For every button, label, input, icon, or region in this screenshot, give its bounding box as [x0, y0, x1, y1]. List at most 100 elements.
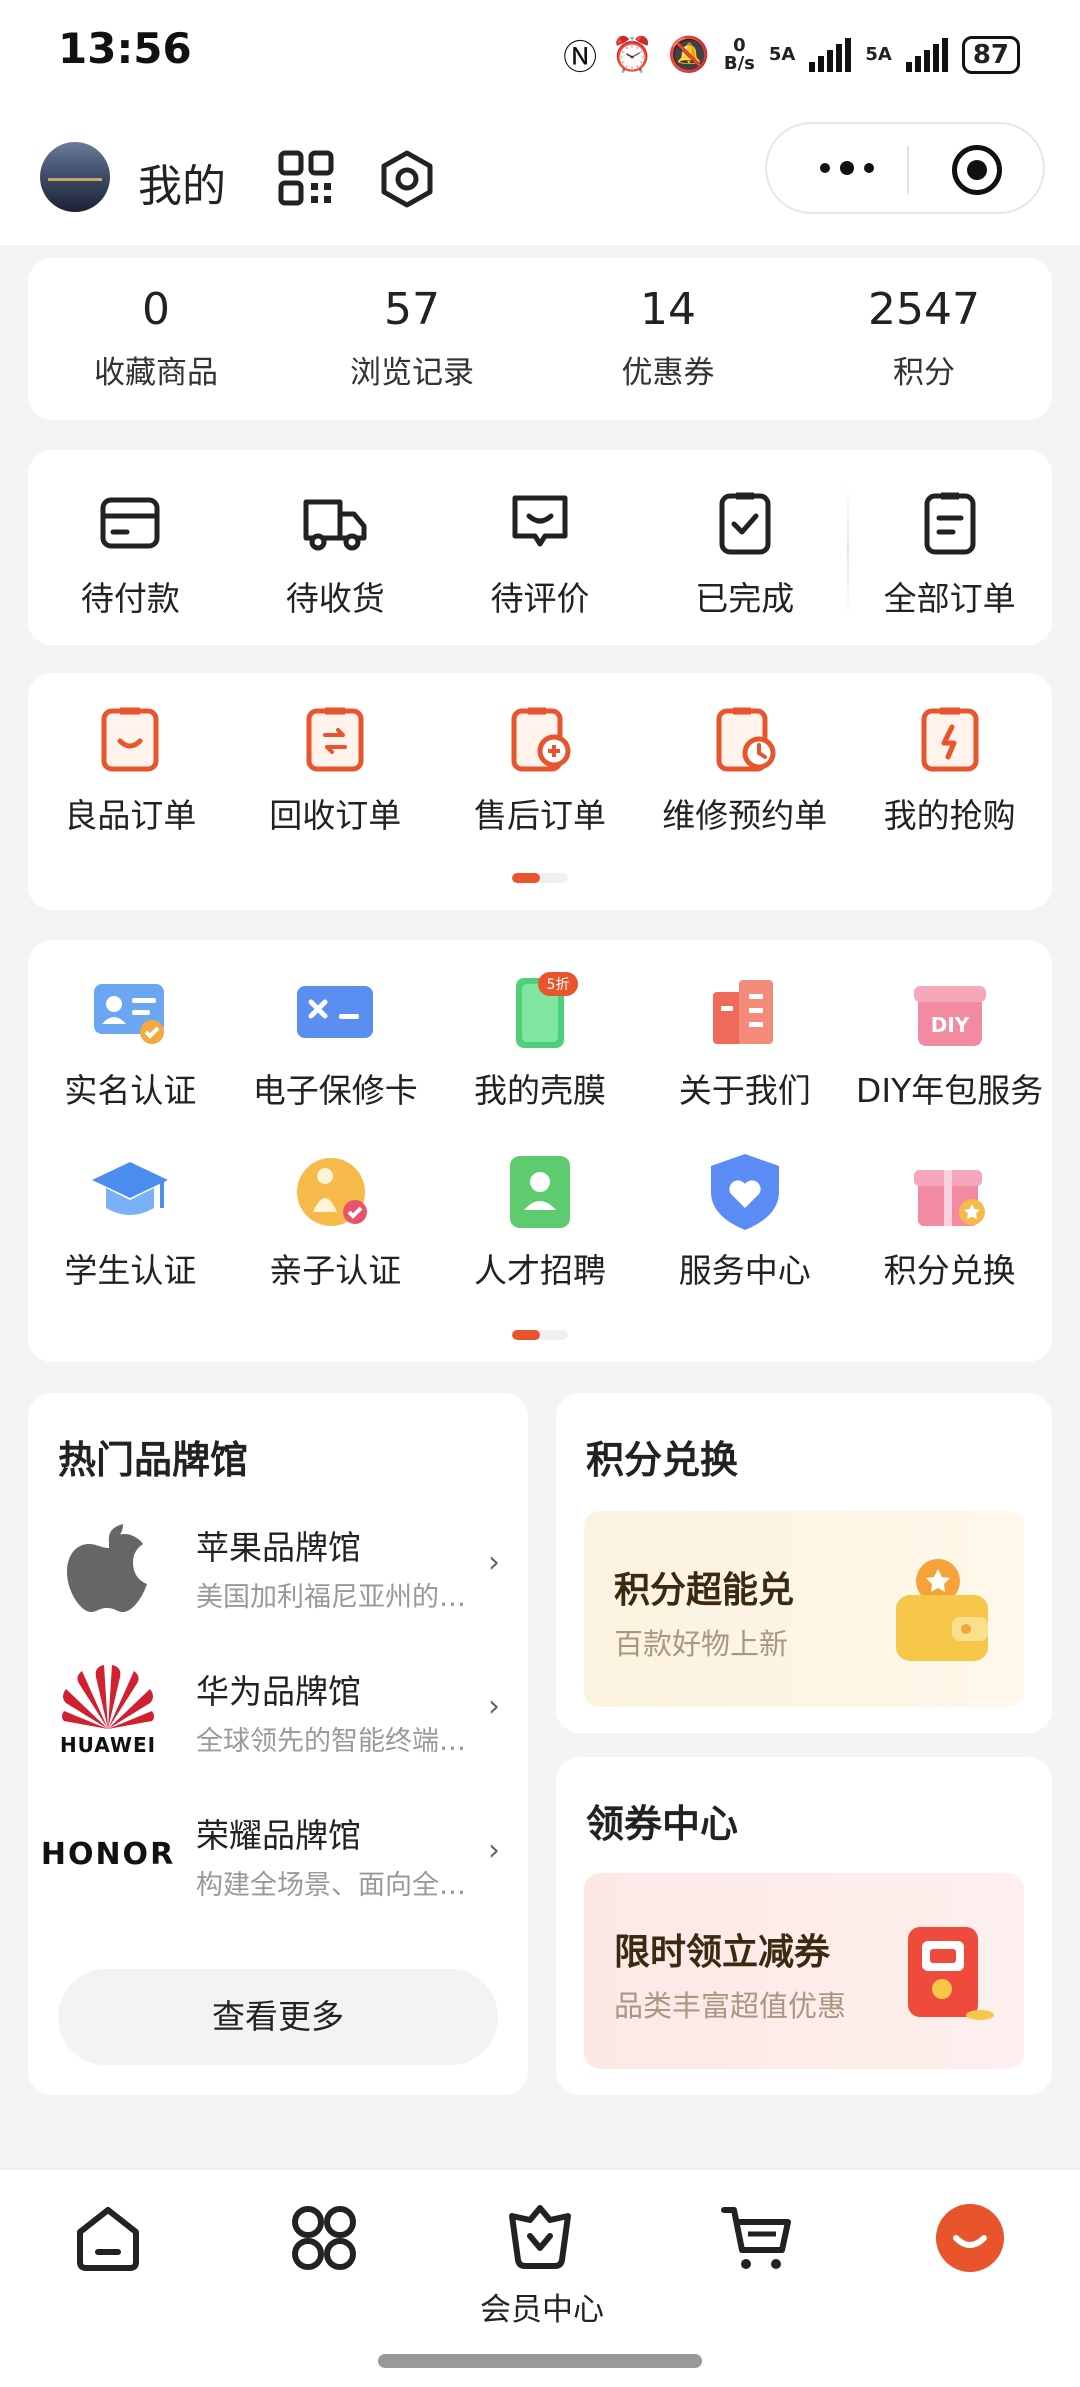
close-miniapp-icon[interactable] — [952, 145, 1002, 195]
nfc-icon: Ⓝ — [563, 38, 598, 78]
order-completed[interactable]: 已完成 — [642, 450, 847, 645]
clock-bag-icon — [716, 707, 776, 772]
brand-item-huawei[interactable]: HUAWEI 华为品牌馆 全球领先的智能终端提供商 › — [28, 1645, 528, 1775]
service-diy[interactable]: DIY DIY年包服务 — [847, 970, 1052, 1112]
brand-item-apple[interactable]: 苹果品牌馆 美国加利福尼亚州的高科技公司 › — [28, 1501, 528, 1631]
sim1-label: 5A — [768, 43, 796, 65]
huawei-logo-text: HUAWEI — [59, 1733, 157, 1757]
orders-card: 待付款 待收货 待评价 已完成 全部订单 — [28, 450, 1052, 645]
order-pending-payment[interactable]: 待付款 — [28, 450, 233, 645]
points-title: 积分兑换 — [586, 1438, 739, 1482]
wrench-bag-icon — [511, 707, 571, 772]
order-after-sales[interactable]: 售后订单 — [438, 673, 643, 837]
status-icons: Ⓝ ⏰ 🔕 0 B/s 5A 5A 87 — [563, 30, 1020, 79]
flash-bag-icon — [921, 707, 979, 772]
apple-logo — [50, 1511, 166, 1621]
diy-box-icon: DIY — [913, 986, 986, 1046]
cart-icon — [721, 2207, 791, 2269]
warranty-card-icon — [297, 986, 374, 1038]
signal-icon — [809, 37, 852, 72]
family-icon — [297, 1158, 368, 1226]
service-real-name[interactable]: 实名认证 — [28, 970, 233, 1112]
qr-code-icon[interactable] — [278, 150, 334, 206]
order-flash-sale[interactable]: 我的抢购 — [847, 673, 1052, 837]
stats-card: 0 收藏商品 57 浏览记录 14 优惠券 2547 积分 — [28, 258, 1052, 420]
coupon-promo-banner[interactable]: 限时领立减券 品类丰富超值优惠 — [584, 1873, 1024, 2069]
special-orders-card: 良品订单 回收订单 售后订单 维修预约单 我的抢购 — [28, 673, 1052, 910]
stat-favorites[interactable]: 0 收藏商品 — [28, 258, 284, 420]
heart-shield-icon — [710, 1154, 779, 1230]
order-repair-booking[interactable]: 维修预约单 — [642, 673, 847, 837]
page-header: 我的 — [0, 110, 1080, 245]
service-my-case[interactable]: 5折 我的壳膜 — [438, 970, 643, 1112]
points-promo-banner[interactable]: 积分超能兑 百款好物上新 — [584, 1511, 1024, 1707]
truck-icon — [303, 499, 367, 551]
order-pending-review[interactable]: 待评价 — [438, 450, 643, 645]
net-speed: 0 B/s — [723, 34, 755, 74]
services-card: 实名认证 电子保修卡 5折 我的壳膜 关于我们 DIY DIY年包服务 学生认证… — [28, 940, 1052, 1362]
status-time: 13:56 — [58, 24, 192, 73]
order-recycle[interactable]: 回收订单 — [233, 673, 438, 837]
gift-icon — [913, 1170, 985, 1226]
building-icon — [712, 980, 773, 1044]
services-page-indicator — [512, 1330, 568, 1340]
tab-category[interactable] — [274, 2200, 374, 2276]
service-recruitment[interactable]: 人才招聘 — [438, 1150, 643, 1292]
wallet-icon — [896, 1559, 988, 1661]
phone-case-icon: 5折 — [515, 972, 578, 1048]
card-icon — [100, 497, 160, 549]
miniapp-capsule — [765, 122, 1045, 214]
service-about-us[interactable]: 关于我们 — [642, 970, 847, 1112]
graduation-cap-icon — [92, 1162, 169, 1215]
diy-badge: DIY — [930, 1013, 969, 1037]
services-page-indicator-fill — [512, 1330, 540, 1340]
settings-icon[interactable] — [378, 150, 436, 208]
order-pending-receipt[interactable]: 待收货 — [233, 450, 438, 645]
recycle-bag-icon — [306, 707, 364, 772]
clipboard-list-icon — [924, 492, 976, 555]
sim2-label: 5A — [865, 43, 892, 65]
order-refurbished[interactable]: 良品订单 — [28, 673, 233, 837]
home-icon — [77, 2207, 139, 2271]
stat-coupons[interactable]: 14 优惠券 — [540, 258, 796, 420]
stat-points[interactable]: 2547 积分 — [796, 258, 1052, 420]
brands-card: 热门品牌馆 苹果品牌馆 美国加利福尼亚州的高科技公司 › HUAWEI 华为品牌… — [28, 1393, 528, 2095]
service-parent-child[interactable]: 亲子认证 — [233, 1150, 438, 1292]
status-bar: 13:56 Ⓝ ⏰ 🔕 0 B/s 5A 5A 87 — [0, 0, 1080, 110]
service-e-warranty[interactable]: 电子保修卡 — [233, 970, 438, 1112]
avatar[interactable] — [40, 142, 110, 212]
tab-member-center[interactable]: 会员中心 — [480, 2200, 604, 2329]
stat-history[interactable]: 57 浏览记录 — [284, 258, 540, 420]
recruit-icon — [509, 1156, 570, 1228]
more-menu-icon[interactable] — [807, 146, 887, 190]
special-orders-page-indicator-fill — [512, 873, 540, 883]
service-student[interactable]: 学生认证 — [28, 1150, 233, 1292]
profile-smile-icon — [936, 2204, 1004, 2272]
order-all[interactable]: 全部订单 — [847, 450, 1052, 645]
points-exchange-card: 积分兑换 积分超能兑 百款好物上新 — [556, 1393, 1052, 1733]
tab-home[interactable] — [58, 2200, 158, 2276]
battery-icon: 87 — [961, 35, 1020, 74]
coupon-center-card: 领券中心 限时领立减券 品类丰富超值优惠 — [556, 1757, 1052, 2095]
smile-bag-icon — [101, 707, 159, 772]
red-envelope-icon — [908, 1927, 994, 2020]
brand-item-honor[interactable]: HONOR 荣耀品牌馆 构建全场景、面向全球的智能终端 › — [28, 1789, 528, 1919]
honor-logo: HONOR — [41, 1799, 173, 1909]
mute-bell-icon: 🔕 — [667, 34, 710, 75]
tab-cart[interactable] — [706, 2200, 806, 2276]
id-card-icon — [94, 984, 165, 1044]
coupons-title: 领券中心 — [586, 1802, 739, 1846]
chevron-right-icon: › — [488, 1689, 500, 1724]
alarm-icon: ⏰ — [611, 34, 654, 75]
case-discount-badge: 5折 — [547, 977, 570, 993]
service-center[interactable]: 服务中心 — [642, 1150, 847, 1292]
comment-icon — [512, 495, 568, 547]
chevron-right-icon: › — [488, 1833, 500, 1868]
service-points-exchange[interactable]: 积分兑换 — [847, 1150, 1052, 1292]
page-title: 我的 — [138, 161, 226, 212]
home-indicator[interactable] — [378, 2354, 702, 2368]
view-more-button[interactable]: 查看更多 — [58, 1969, 498, 2065]
chevron-right-icon: › — [488, 1545, 500, 1580]
special-orders-page-indicator — [512, 873, 568, 883]
tab-profile[interactable] — [920, 2200, 1020, 2276]
